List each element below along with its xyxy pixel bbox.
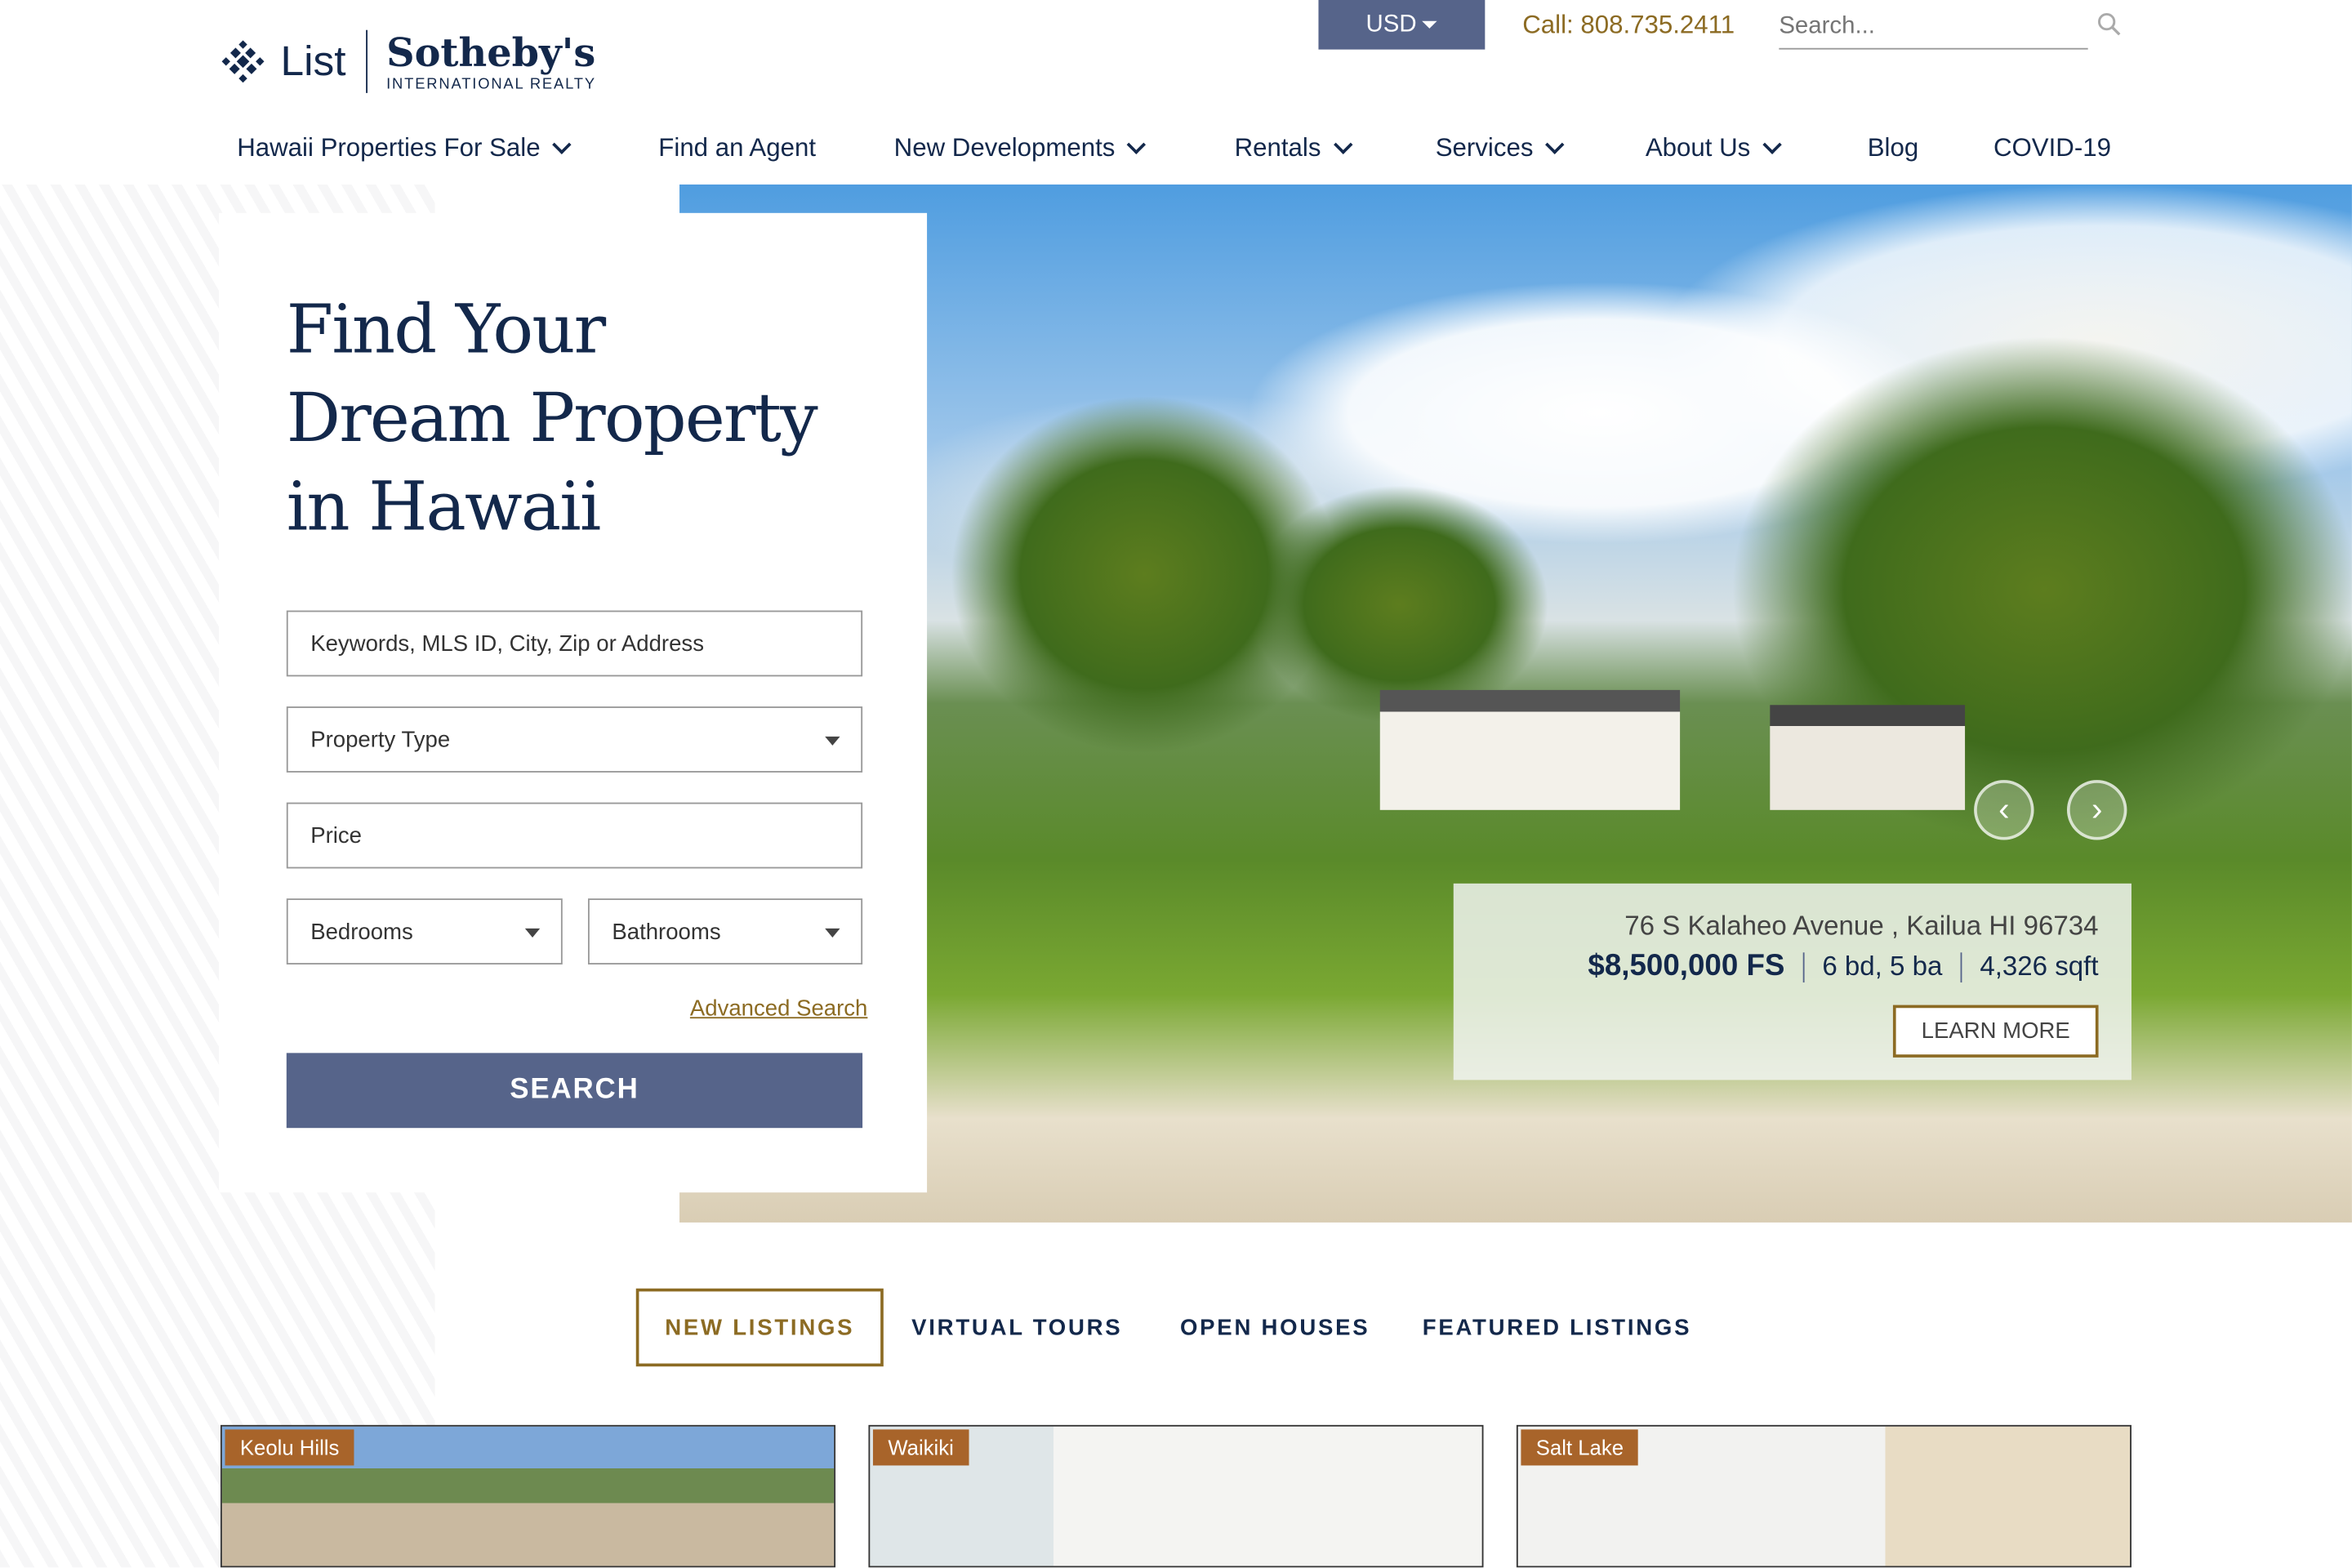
nav-label: Rentals: [1234, 133, 1321, 163]
chevron-right-icon: ›: [2091, 790, 2103, 828]
learn-more-button[interactable]: LEARN MORE: [1892, 1004, 2099, 1058]
search-icon[interactable]: [2097, 12, 2121, 36]
divider: [1960, 951, 1962, 982]
title-line: Dream Property: [286, 377, 818, 458]
nav-label: New Developments: [893, 133, 1116, 163]
chevron-down-icon: [552, 135, 572, 154]
bathrooms-select[interactable]: Bathrooms: [587, 898, 863, 964]
nav-hawaii-properties[interactable]: Hawaii Properties For Sale: [237, 133, 572, 163]
palm-tree: [1249, 484, 1550, 725]
nav-label: Services: [1435, 133, 1534, 163]
bedrooms-select[interactable]: Bedrooms: [286, 898, 563, 964]
placeholder: Price: [310, 822, 362, 849]
property-sqft: 4,326 sqft: [1980, 951, 2099, 982]
tab-open-houses[interactable]: OPEN HOUSES: [1167, 1289, 1383, 1367]
neighborhood-badge: Salt Lake: [1521, 1429, 1639, 1466]
property-price: $8,500,000 FS: [1588, 949, 1785, 983]
house-image: [1770, 705, 1966, 810]
placeholder: Keywords, MLS ID, City, Zip or Address: [310, 630, 704, 657]
nav-label: Hawaii Properties For Sale: [237, 133, 541, 163]
advanced-search-link[interactable]: Advanced Search: [690, 996, 868, 1022]
property-address: 76 S Kalaheo Avenue , Kailua HI 96734: [1624, 910, 2099, 941]
tab-featured-listings[interactable]: FEATURED LISTINGS: [1416, 1289, 1698, 1367]
caret-down-icon: [1422, 20, 1438, 29]
logo[interactable]: List Sotheby's INTERNATIONAL REALTY: [220, 29, 596, 93]
caret-down-icon: [524, 928, 541, 938]
nav-label: About Us: [1645, 133, 1751, 163]
logo-list: List: [280, 37, 346, 84]
listing-card[interactable]: Keolu Hills: [220, 1424, 836, 1568]
select-value: Property Type: [310, 726, 451, 753]
chevron-down-icon: [1545, 135, 1565, 154]
nav-blog[interactable]: Blog: [1868, 133, 1919, 163]
keywords-input[interactable]: Keywords, MLS ID, City, Zip or Address: [286, 610, 863, 677]
logo-tagline: INTERNATIONAL REALTY: [386, 75, 596, 92]
nav-about-us[interactable]: About Us: [1645, 133, 1782, 163]
nav-covid[interactable]: COVID-19: [1993, 133, 2111, 163]
nav-rentals[interactable]: Rentals: [1234, 133, 1352, 163]
featured-property-card: 76 S Kalaheo Avenue , Kailua HI 96734 $8…: [1453, 883, 2132, 1080]
site-search-input[interactable]: [1779, 6, 2088, 50]
nav-label: COVID-19: [1993, 133, 2112, 163]
chevron-left-icon: ‹: [1998, 790, 2010, 828]
select-value: Bathrooms: [612, 918, 721, 945]
chevron-down-icon: [1127, 135, 1147, 154]
caret-down-icon: [825, 736, 840, 746]
title-line: Find Your: [286, 289, 606, 369]
nav-label: Blog: [1867, 133, 1919, 163]
property-beds-baths: 6 bd, 5 ba: [1822, 951, 1943, 982]
listing-card[interactable]: Salt Lake: [1516, 1424, 2132, 1568]
search-button[interactable]: SEARCH: [286, 1053, 863, 1129]
listing-card[interactable]: Waikiki: [868, 1424, 1484, 1568]
currency-label: USD: [1365, 11, 1417, 37]
neighborhood-badge: Keolu Hills: [225, 1429, 354, 1466]
neighborhood-badge: Waikiki: [872, 1429, 969, 1466]
logo-divider: [365, 29, 368, 93]
logo-name: Sotheby's: [386, 30, 596, 76]
tab-virtual-tours[interactable]: VIRTUAL TOURS: [900, 1289, 1134, 1367]
nav-find-agent[interactable]: Find an Agent: [658, 133, 816, 163]
nav-services[interactable]: Services: [1435, 133, 1565, 163]
carousel-next-button[interactable]: ›: [2066, 780, 2127, 840]
price-input[interactable]: Price: [286, 802, 863, 869]
nav-label: Find an Agent: [658, 133, 817, 163]
nav-new-developments[interactable]: New Developments: [893, 133, 1147, 163]
house-image: [1379, 689, 1681, 810]
caret-down-icon: [825, 928, 840, 938]
tab-new-listings[interactable]: NEW LISTINGS: [635, 1288, 884, 1367]
select-value: Bedrooms: [310, 918, 413, 945]
chevron-down-icon: [1333, 135, 1352, 154]
title-line: in Hawaii: [286, 466, 602, 546]
page: List Sotheby's INTERNATIONAL REALTY USD …: [0, 0, 2352, 1568]
hero-title: Find Your Dream Property in Hawaii: [286, 285, 818, 550]
divider: [1802, 951, 1805, 982]
property-type-select[interactable]: Property Type: [286, 706, 863, 773]
chevron-down-icon: [1762, 135, 1782, 154]
logo-mark-icon: [221, 40, 265, 83]
currency-selector[interactable]: USD: [1318, 0, 1486, 50]
phone-link[interactable]: Call: 808.735.2411: [1522, 11, 1735, 41]
carousel-prev-button[interactable]: ‹: [1974, 780, 2034, 840]
